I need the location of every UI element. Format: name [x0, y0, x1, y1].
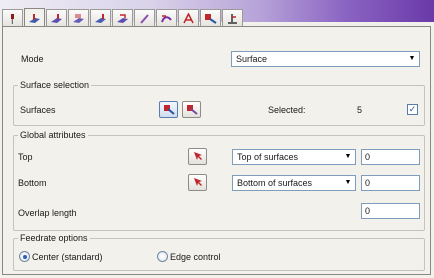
surface-tool-alt-icon — [51, 13, 62, 23]
tab-strip — [2, 8, 244, 27]
deselect-surfaces-button[interactable] — [182, 101, 201, 118]
pick-cursor-icon — [193, 178, 202, 186]
global-attributes-group: Global attributes Top Top of surfaces ▼ … — [13, 130, 425, 231]
top-pick-button[interactable] — [188, 148, 207, 165]
pick-cursor-icon — [193, 152, 202, 160]
feedrate-options-group: Feedrate options Center (standard) Edge … — [13, 233, 425, 271]
tab-grid[interactable] — [68, 9, 89, 26]
surface-step-icon — [117, 13, 128, 23]
feedrate-options-title: Feedrate options — [18, 233, 90, 243]
deselect-surfaces-icon — [186, 105, 198, 115]
mode-label: Mode — [21, 54, 44, 64]
center-standard-radio[interactable] — [19, 251, 30, 262]
tab-toolpath[interactable] — [222, 9, 243, 26]
tab-tool[interactable] — [46, 9, 67, 26]
pen-icon — [140, 13, 149, 24]
surface-flat-icon — [95, 13, 106, 23]
tab-general[interactable] — [2, 9, 23, 26]
chevron-down-icon: ▼ — [344, 153, 352, 160]
center-standard-label[interactable]: Center (standard) — [32, 252, 103, 262]
overlap-length-input[interactable]: 0 — [361, 203, 420, 219]
edge-control-radio[interactable] — [157, 251, 168, 262]
curve-tool-icon — [161, 14, 172, 22]
settings-panel: Mode Surface ▼ Surface selection Surface… — [2, 26, 431, 275]
selected-count: 5 — [357, 105, 363, 115]
bottom-reference-select[interactable]: Bottom of surfaces ▼ — [232, 175, 356, 191]
selected-label: Selected: — [268, 105, 306, 115]
top-label: Top — [18, 152, 33, 162]
tab-flat[interactable] — [90, 9, 111, 26]
bottom-value-input[interactable]: 0 — [361, 175, 420, 191]
global-attributes-title: Global attributes — [18, 130, 88, 140]
tab-curve[interactable] — [156, 9, 177, 26]
pin-icon — [11, 13, 14, 24]
chevron-down-icon: ▼ — [408, 55, 416, 62]
surface-tool-icon — [29, 13, 40, 23]
select-surfaces-button[interactable] — [159, 101, 178, 118]
surface-grid-icon — [73, 14, 84, 23]
top-reference-value: Top of surfaces — [237, 152, 299, 162]
surfaces-checkbox[interactable]: ✓ — [407, 104, 418, 115]
bottom-pick-button[interactable] — [188, 174, 207, 191]
tab-step[interactable] — [112, 9, 133, 26]
surface-selection-title: Surface selection — [18, 80, 92, 90]
tab-surface[interactable] — [24, 8, 45, 27]
top-value-input[interactable]: 0 — [361, 149, 420, 165]
bottom-reference-value: Bottom of surfaces — [237, 178, 313, 188]
tab-parameters[interactable] — [200, 9, 221, 26]
select-surfaces-icon — [163, 105, 175, 115]
top-reference-select[interactable]: Top of surfaces ▼ — [232, 149, 356, 165]
bottom-label: Bottom — [18, 178, 47, 188]
mode-select-value: Surface — [236, 54, 268, 64]
tab-text[interactable] — [178, 9, 199, 26]
mode-select[interactable]: Surface ▼ — [231, 51, 420, 67]
surface-selection-group: Surface selection Surfaces Selected: 5 ✓ — [13, 80, 425, 126]
toolpath-icon — [228, 13, 237, 24]
overlap-length-label: Overlap length — [18, 208, 77, 218]
chevron-down-icon: ▼ — [344, 179, 352, 186]
parameters-icon — [205, 13, 217, 24]
edge-control-label[interactable]: Edge control — [170, 252, 221, 262]
letter-a-icon — [183, 12, 194, 23]
tab-pen[interactable] — [134, 9, 155, 26]
surfaces-label: Surfaces — [20, 105, 56, 115]
